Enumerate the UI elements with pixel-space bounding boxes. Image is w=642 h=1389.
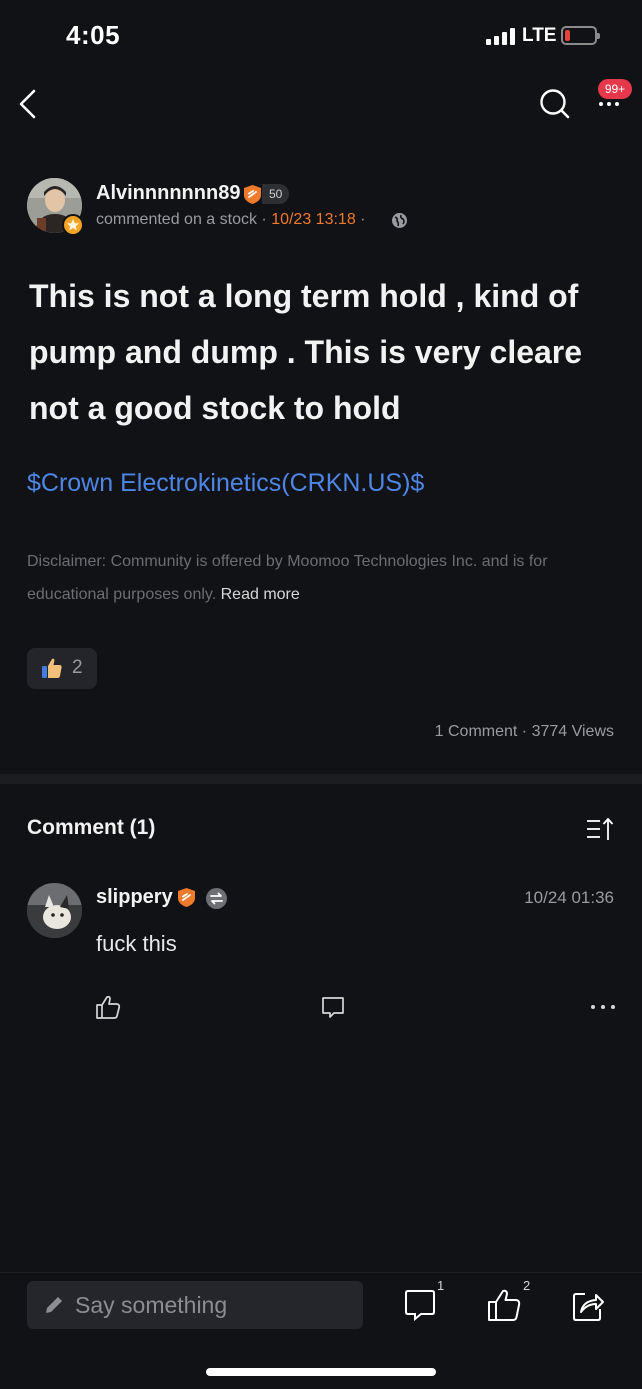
section-divider (0, 774, 642, 784)
post-body: This is not a long term hold , kind of p… (29, 278, 583, 426)
comment-count: 1 (437, 1278, 445, 1293)
trader-badge-icon (206, 888, 227, 909)
comment-input-placeholder: Say something (75, 1292, 228, 1318)
like-button[interactable] (486, 1287, 522, 1323)
like-count: 2 (523, 1278, 531, 1293)
read-more-link[interactable]: Read more (221, 586, 300, 603)
back-icon (19, 89, 36, 119)
stock-link[interactable]: $Crown Electrokinetics(CRKN.US)$ (27, 469, 424, 498)
thumbs-up-icon (96, 995, 121, 1019)
search-button[interactable] (535, 84, 575, 124)
comment-avatar[interactable] (27, 883, 82, 938)
reaction-count: 2 (72, 657, 83, 678)
share-button[interactable] (570, 1288, 606, 1324)
network-label: LTE (522, 25, 557, 46)
battery-icon (561, 26, 600, 45)
comment-more-button[interactable] (588, 996, 618, 1018)
status-time: 4:05 (66, 20, 121, 50)
comment-author[interactable]: slippery (96, 886, 173, 909)
globe-icon (391, 212, 408, 229)
comment-input[interactable]: Say something (27, 1281, 363, 1329)
post-time: 10/23 13:18 (271, 211, 356, 228)
avatar-photo (27, 883, 82, 938)
reaction-chip[interactable]: 2 (27, 648, 97, 689)
home-indicator[interactable] (206, 1368, 436, 1376)
post-stats: 1 Comment · 3774 Views (434, 723, 614, 740)
sort-icon (587, 817, 614, 840)
author-star-badge (62, 214, 84, 236)
post-meta: commented on a stock · 10/23 13:18 · (96, 211, 366, 228)
rank-shield-icon (243, 184, 262, 205)
comments-title: Comment (1) (27, 816, 156, 839)
search-icon (540, 89, 570, 119)
status-bar: 4:05 LTE (0, 0, 642, 72)
thumbs-up-icon (40, 656, 64, 680)
sort-button[interactable] (584, 814, 616, 846)
share-icon (573, 1293, 604, 1321)
comment-time: 10/24 01:36 (524, 888, 614, 907)
comment-like-button[interactable] (94, 993, 122, 1021)
rank-shield-icon (177, 887, 196, 908)
author-name[interactable]: Alvinnnnnnn89 (96, 182, 240, 205)
comment-button[interactable] (402, 1288, 438, 1324)
notification-badge: 99+ (598, 79, 632, 99)
back-button[interactable] (12, 84, 48, 124)
level-badge: 50 (262, 184, 290, 204)
comment-text: fuck this (96, 931, 177, 956)
comment-icon (405, 1290, 435, 1322)
more-icon (591, 1005, 615, 1009)
comment-icon (322, 997, 344, 1018)
post-action: commented on a stock (96, 211, 257, 228)
pencil-icon (43, 1294, 65, 1316)
thumbs-up-icon (488, 1289, 521, 1321)
signal-icon (486, 28, 515, 45)
disclaimer: Disclaimer: Community is offered by Moom… (27, 545, 617, 611)
comment-reply-button[interactable] (319, 993, 347, 1021)
